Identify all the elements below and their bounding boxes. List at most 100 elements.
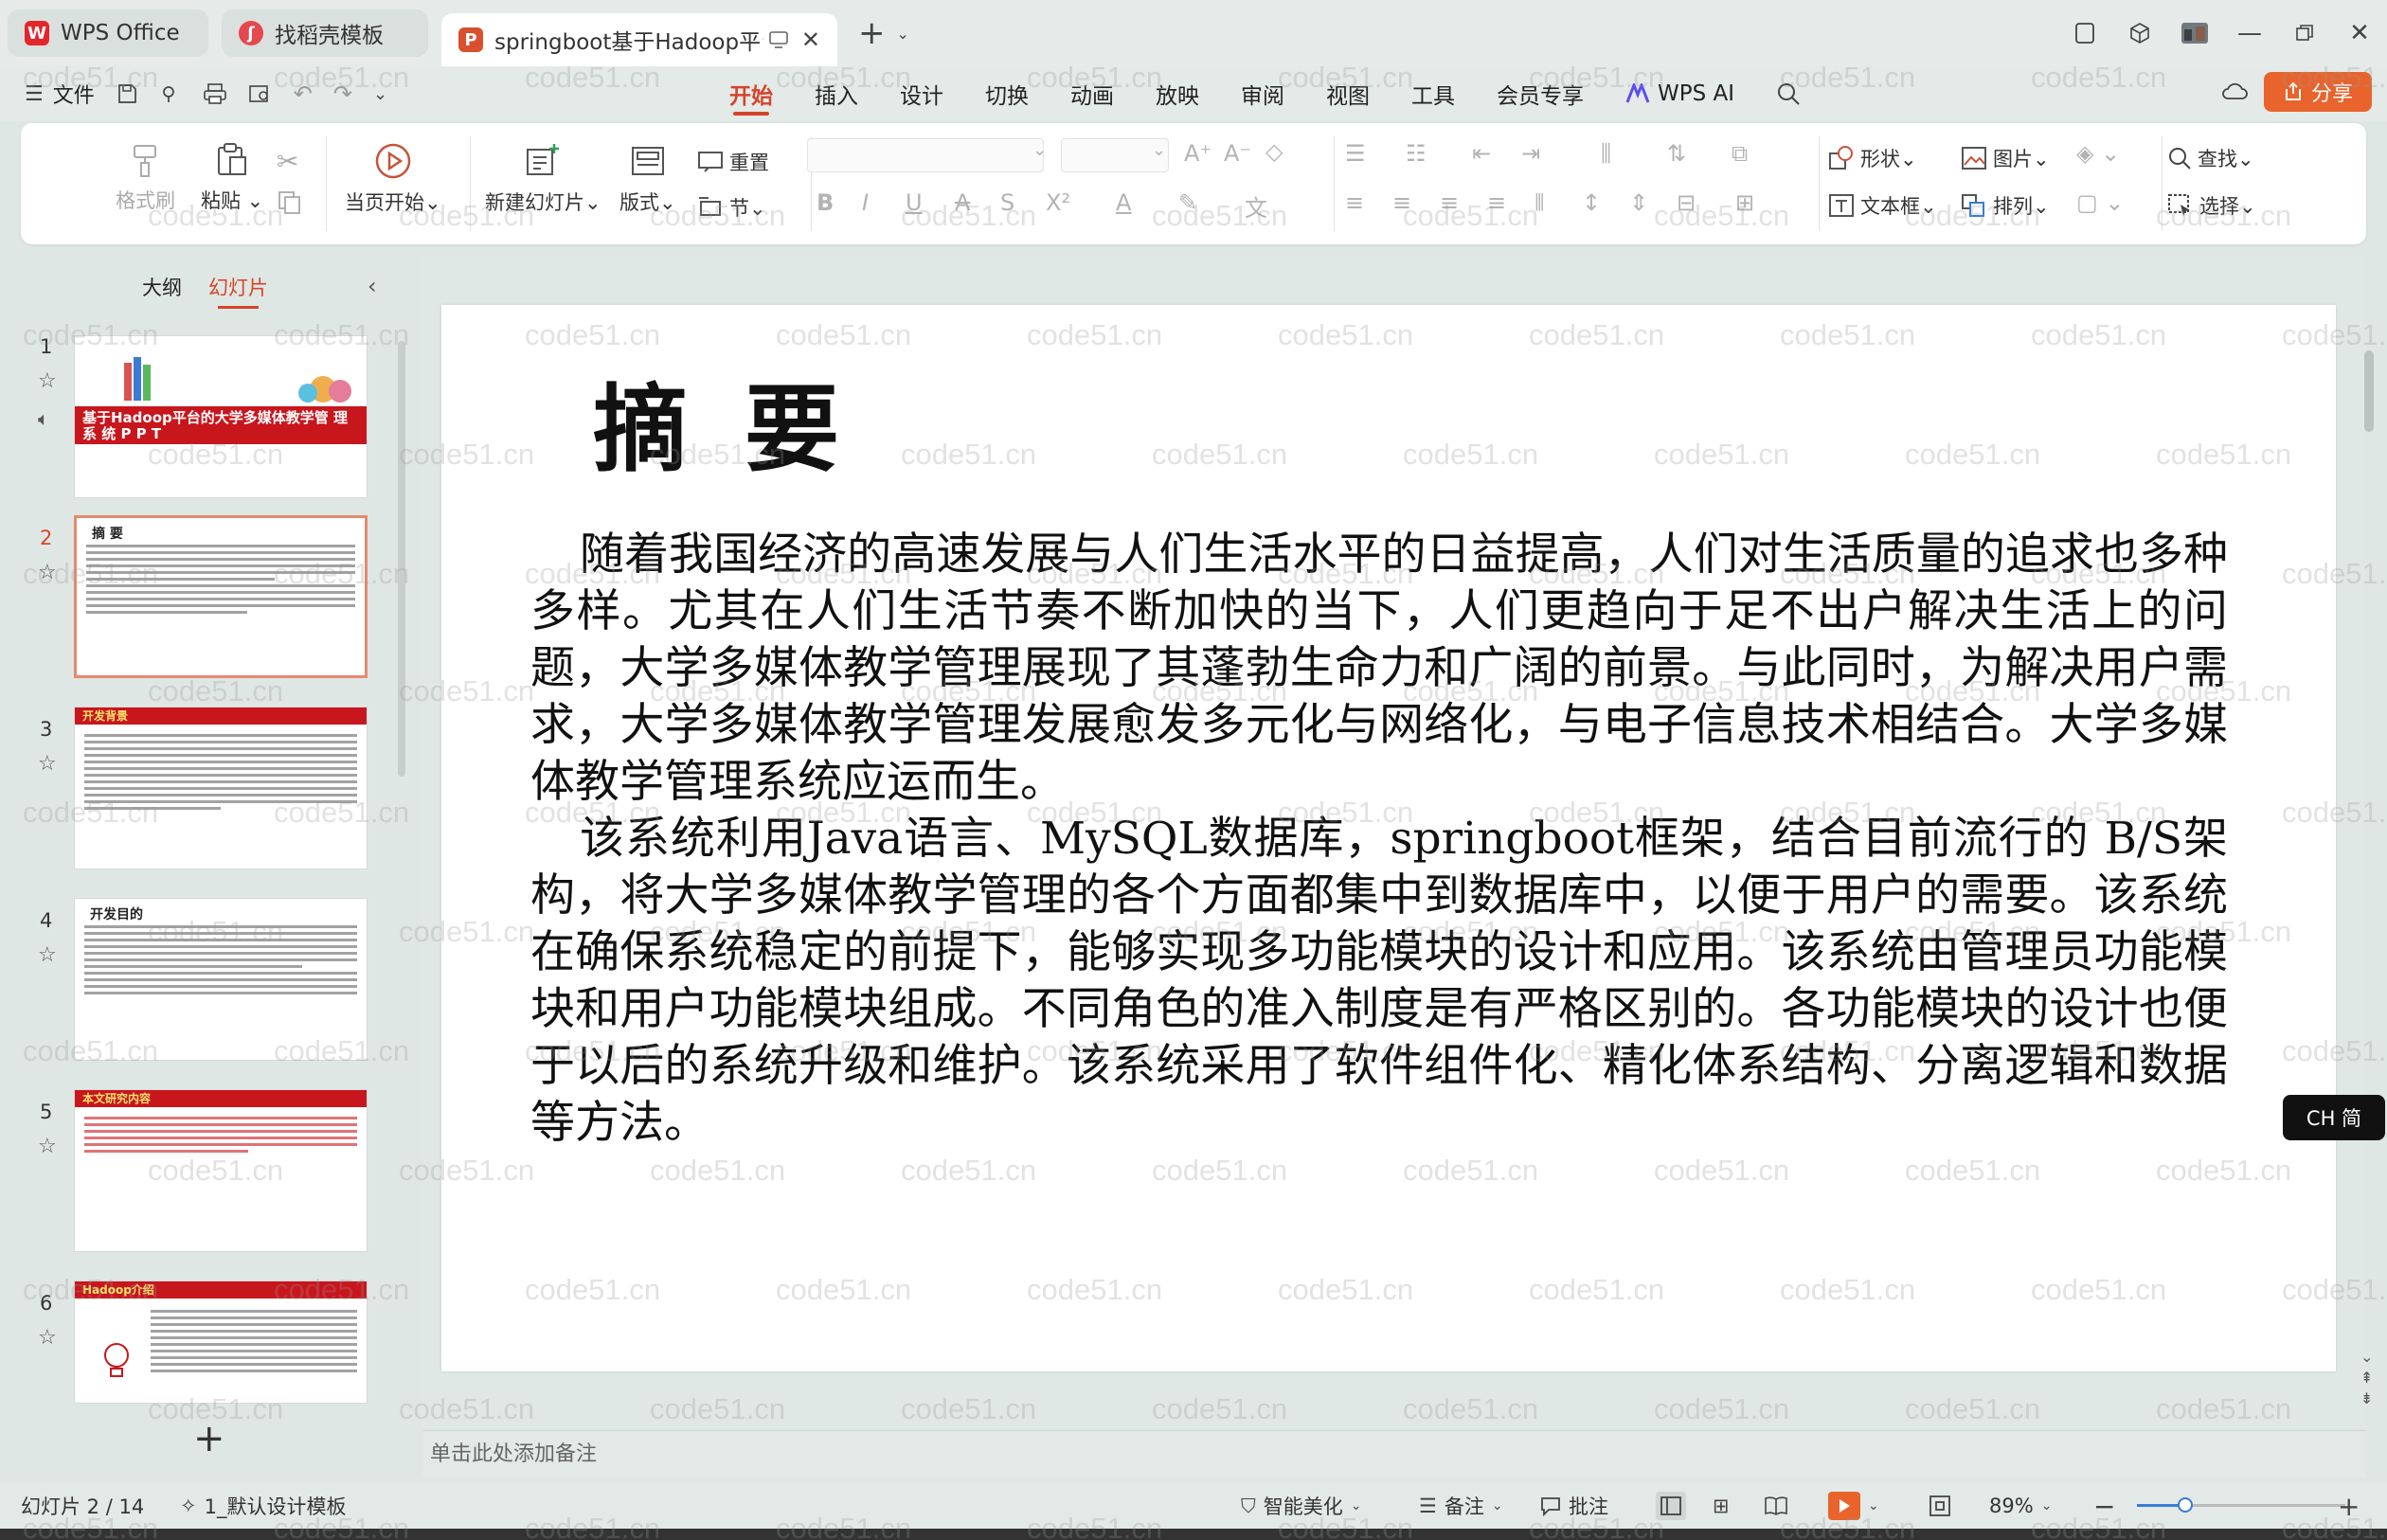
window-layout-icon[interactable]: [2057, 6, 2112, 61]
columns-icon[interactable]: ⫼: [1601, 140, 1611, 167]
cloud-icon[interactable]: [2220, 80, 2249, 102]
save-icon[interactable]: [116, 82, 138, 105]
outdent-icon[interactable]: ⇤: [1472, 140, 1491, 167]
reset-button[interactable]: 重置: [697, 148, 769, 176]
find-button[interactable]: 查找⌄: [2167, 144, 2254, 172]
close-tab-icon[interactable]: ✕: [801, 27, 820, 53]
zoom-out-button[interactable]: −: [2093, 1491, 2115, 1522]
editor-scrollbar[interactable]: [2364, 350, 2374, 432]
fit-window-button[interactable]: [1929, 1495, 1951, 1517]
tab-transitions[interactable]: 切换: [985, 66, 1029, 121]
line-spacing-icon[interactable]: ↕: [1582, 189, 1601, 216]
share-button[interactable]: 分享: [2264, 72, 2372, 112]
indent-icon[interactable]: ⇥: [1521, 140, 1540, 167]
layout-button[interactable]: 版式⌄: [619, 142, 676, 216]
tab-document[interactable]: P springboot基于Hadoop平台的 ✕: [441, 13, 837, 66]
slideshow-button[interactable]: ⌄: [1828, 1492, 1879, 1520]
text-direction-icon[interactable]: ⇅: [1667, 140, 1686, 167]
vertical-align-icon[interactable]: ⊟: [1677, 189, 1696, 216]
star-icon[interactable]: ☆: [38, 943, 57, 967]
textbox-button[interactable]: 文本框⌄: [1828, 191, 1937, 220]
superscript-icon[interactable]: X²: [1046, 189, 1070, 216]
shape-button[interactable]: 形状⌄: [1828, 144, 1917, 172]
tab-wps-office[interactable]: W WPS Office: [8, 9, 208, 57]
tab-slideshow[interactable]: 放映: [1156, 66, 1199, 121]
reading-view-button[interactable]: [1764, 1495, 1788, 1516]
increase-font-icon[interactable]: A⁺: [1184, 140, 1211, 167]
select-button[interactable]: 选择⌄: [2167, 191, 2256, 220]
zoom-slider-handle[interactable]: [2177, 1497, 2193, 1513]
close-window-icon[interactable]: ✕: [2332, 6, 2387, 61]
star-icon[interactable]: ☆: [38, 561, 57, 584]
smartart-icon[interactable]: ⊞: [1735, 189, 1754, 216]
tab-view[interactable]: 视图: [1326, 66, 1370, 121]
picture-button[interactable]: 图片⌄: [1961, 144, 2050, 172]
eraser-icon[interactable]: ◇: [1265, 138, 1283, 165]
numbering-icon[interactable]: ☷: [1406, 140, 1427, 167]
notes-toggle[interactable]: ☰ 备注 ⌄: [1419, 1492, 1503, 1520]
chevron-down-icon[interactable]: ⌄: [1868, 1498, 1879, 1513]
paragraph-spacing-icon[interactable]: ⇕: [1629, 189, 1648, 216]
print-icon[interactable]: [203, 82, 227, 105]
tab-template-store[interactable]: ʃ 找稻壳模板: [222, 9, 428, 57]
cube-icon[interactable]: [2112, 6, 2167, 61]
sorter-view-button[interactable]: ⊞: [1713, 1495, 1730, 1517]
cloud-save-icon[interactable]: [159, 82, 182, 105]
strikethrough-icon[interactable]: A: [955, 189, 970, 216]
more-icon[interactable]: ⌄: [373, 84, 387, 104]
align-right-icon[interactable]: ≡: [1440, 189, 1459, 216]
convert-icon[interactable]: ⧉: [1732, 140, 1748, 167]
speaker-icon[interactable]: 🔈︎: [38, 407, 49, 430]
tab-tools[interactable]: 工具: [1411, 66, 1455, 121]
tab-insert[interactable]: 插入: [815, 66, 858, 121]
shadow-icon[interactable]: S: [1000, 189, 1014, 216]
cut-icon[interactable]: ✂: [277, 146, 298, 177]
distribute-icon[interactable]: ⦀: [1534, 189, 1545, 216]
play-from-current-button[interactable]: 当页开始⌄: [345, 142, 441, 216]
undo-icon[interactable]: ↶: [294, 81, 313, 107]
collapse-panel-icon[interactable]: ‹: [368, 273, 377, 299]
notes-field[interactable]: 单击此处添加备注: [422, 1430, 2366, 1477]
redo-icon[interactable]: ↷: [333, 81, 352, 107]
tab-outline[interactable]: 大纲: [142, 273, 182, 301]
paste-button[interactable]: 粘贴 ⌄: [201, 142, 263, 214]
align-center-icon[interactable]: ≡: [1392, 189, 1411, 216]
file-menu[interactable]: ☰ 文件: [25, 79, 95, 109]
slide-title[interactable]: 摘要: [593, 352, 896, 490]
star-icon[interactable]: ☆: [38, 1135, 57, 1158]
new-slide-button[interactable]: 新建幻灯片⌄: [485, 142, 601, 216]
outline-icon[interactable]: ▢ ⌄: [2076, 189, 2124, 216]
avatar[interactable]: [2167, 6, 2222, 61]
tab-slides[interactable]: 幻灯片: [208, 273, 268, 309]
normal-view-button[interactable]: [1656, 1492, 1686, 1520]
font-family-select[interactable]: [807, 138, 1044, 172]
zoom-slider[interactable]: [2137, 1497, 2345, 1513]
italic-icon[interactable]: I: [862, 189, 869, 216]
tab-review[interactable]: 审阅: [1241, 66, 1284, 121]
bold-icon[interactable]: B: [817, 189, 834, 216]
star-icon[interactable]: ☆: [38, 752, 57, 776]
ime-indicator[interactable]: CH 简: [2283, 1095, 2385, 1140]
bullets-icon[interactable]: ☰: [1345, 140, 1366, 167]
add-tab-icon[interactable]: +: [858, 14, 886, 52]
wps-ai-button[interactable]: WPS AI: [1625, 66, 1734, 121]
minimize-icon[interactable]: —: [2222, 6, 2277, 61]
template-button[interactable]: ✧ 1_默认设计模板: [180, 1492, 346, 1520]
star-icon[interactable]: ☆: [38, 1326, 57, 1350]
format-painter-button[interactable]: 格式刷: [116, 142, 175, 214]
justify-icon[interactable]: ≡: [1487, 189, 1506, 216]
tab-home[interactable]: 开始: [729, 66, 773, 121]
monitor-icon[interactable]: [769, 31, 788, 48]
phonetic-icon[interactable]: 文: [1245, 189, 1267, 223]
print-preview-icon[interactable]: [248, 82, 273, 105]
zoom-select[interactable]: 89% ⌄: [1989, 1495, 2052, 1517]
slide-body-text[interactable]: 随着我国经济的高速发展与人们生活水平的日益提高，人们对生活质量的追求也多种多样。…: [530, 527, 2228, 1152]
zoom-in-button[interactable]: +: [2338, 1491, 2360, 1522]
comments-toggle[interactable]: 批注: [1540, 1492, 1608, 1520]
search-icon[interactable]: [1776, 81, 1801, 106]
chevron-down-icon[interactable]: ⌄: [897, 25, 909, 43]
slide-editor[interactable]: 摘要 随着我国经济的高速发展与人们生活水平的日益提高，人们对生活质量的追求也多种…: [441, 305, 2336, 1371]
beautify-button[interactable]: ⛉ 智能美化 ⌄: [1241, 1492, 1361, 1520]
section-button[interactable]: 节⌄: [697, 193, 766, 222]
underline-icon[interactable]: U: [906, 189, 923, 216]
